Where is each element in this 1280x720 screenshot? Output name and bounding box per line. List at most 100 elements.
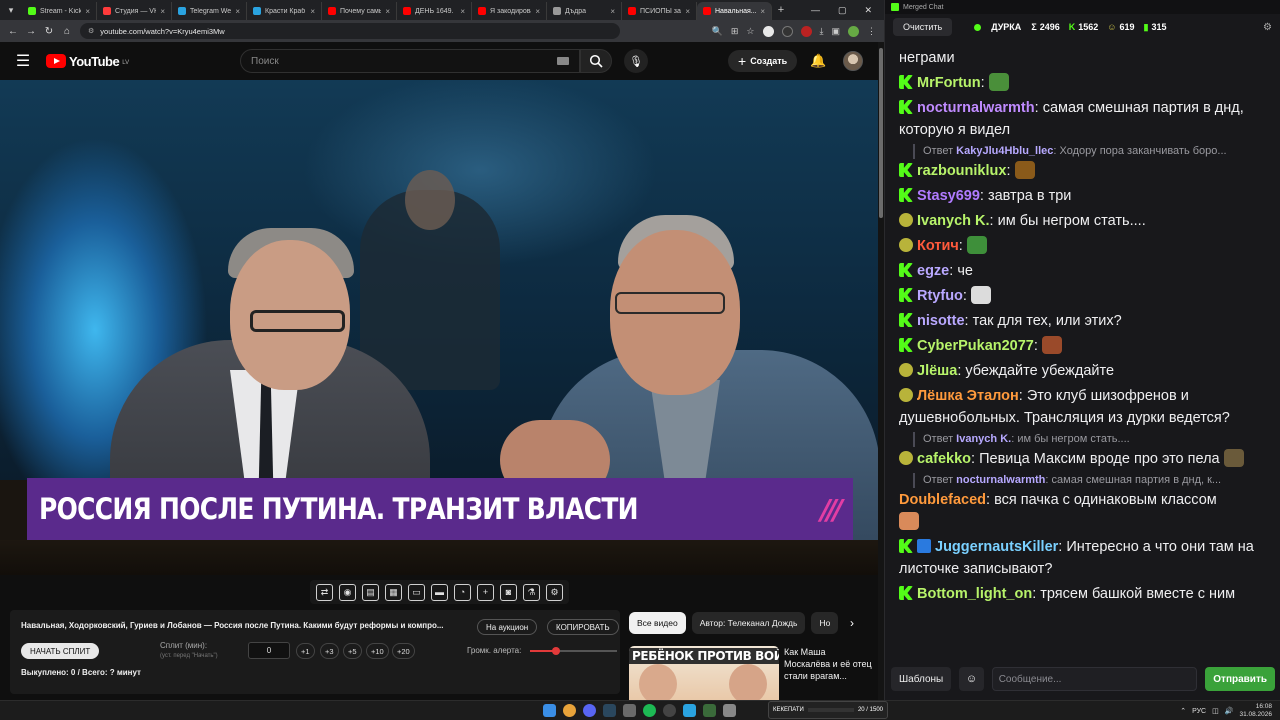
menu-icon[interactable]: ☰ bbox=[0, 51, 46, 71]
chat-username[interactable]: nocturnalwarmth bbox=[917, 100, 1035, 116]
alert-volume-thumb[interactable] bbox=[552, 647, 561, 655]
telegram-icon[interactable] bbox=[683, 704, 696, 717]
video-settings-icon[interactable]: ▤ bbox=[362, 583, 379, 601]
start-split-button[interactable]: НАЧАТЬ СПЛИТ bbox=[21, 643, 100, 659]
tab-close-icon[interactable]: × bbox=[85, 7, 90, 16]
create-button[interactable]: + Создать bbox=[728, 50, 798, 72]
tab-close-icon[interactable]: × bbox=[760, 7, 765, 16]
flask-icon[interactable]: ⚗ bbox=[523, 583, 540, 601]
audio-icon[interactable]: ◉ bbox=[339, 583, 356, 601]
chat-username[interactable]: Doublefaced bbox=[899, 492, 986, 508]
minimize-icon[interactable]: — bbox=[811, 5, 820, 16]
browser-tab[interactable]: Telegram Web × bbox=[172, 2, 247, 20]
chat-username[interactable]: Rtyfuo bbox=[917, 288, 963, 304]
clapper-icon[interactable]: ▦ bbox=[385, 583, 402, 601]
chat-username[interactable]: razbouniklux bbox=[917, 163, 1006, 179]
speed-icon[interactable]: ◔ bbox=[454, 583, 471, 601]
tab-close-icon[interactable]: × bbox=[385, 7, 390, 16]
add-minutes-button[interactable]: +3 bbox=[320, 643, 339, 659]
chat-username[interactable]: Bottom_light_on bbox=[917, 586, 1032, 602]
youtube-logo[interactable]: YouTube LV bbox=[46, 54, 129, 69]
message-input[interactable]: Сообщение... bbox=[991, 667, 1198, 691]
chat-username[interactable]: cafekko bbox=[917, 451, 971, 467]
app-icon[interactable] bbox=[703, 704, 716, 717]
split-minutes-field[interactable]: 0 bbox=[248, 642, 290, 659]
steam-icon[interactable] bbox=[603, 704, 616, 717]
avatar[interactable] bbox=[843, 51, 863, 71]
reply-username[interactable]: nocturnalwarmth bbox=[956, 474, 1045, 486]
cinema-icon[interactable]: ▬ bbox=[431, 583, 448, 601]
gear-icon[interactable]: ⚙ bbox=[546, 583, 563, 601]
menu-dots-icon[interactable]: ⋮ bbox=[867, 26, 876, 37]
chat-username[interactable]: MrFortun bbox=[917, 75, 981, 91]
spotify-icon[interactable] bbox=[643, 704, 656, 717]
auction-button[interactable]: На аукцион bbox=[477, 619, 538, 635]
reply-username[interactable]: Ivanych K. bbox=[956, 433, 1011, 445]
browser-tab[interactable]: Я закодировал... × bbox=[472, 2, 547, 20]
tray-chevron-icon[interactable]: ⌃ bbox=[1180, 707, 1186, 715]
start-icon[interactable] bbox=[543, 704, 556, 717]
tab-close-icon[interactable]: × bbox=[160, 7, 165, 16]
browser-tab[interactable]: Студия — VK Видео × bbox=[97, 2, 172, 20]
language-indicator[interactable]: РУС bbox=[1192, 708, 1206, 715]
chat-username[interactable]: Лёшка Эталон bbox=[917, 388, 1019, 404]
forward-icon[interactable]: → bbox=[26, 26, 36, 37]
settings-gear-icon[interactable]: ⚙ bbox=[1263, 22, 1272, 33]
close-icon[interactable]: ✕ bbox=[864, 5, 872, 16]
site-info-icon[interactable]: ⚙ bbox=[88, 27, 94, 35]
search-input[interactable]: Поиск bbox=[240, 49, 580, 73]
add-minutes-button[interactable]: +10 bbox=[366, 643, 389, 659]
keyboard-icon[interactable] bbox=[557, 57, 569, 65]
copy-button[interactable]: КОПИРОВАТЬ bbox=[547, 619, 619, 635]
downloads-icon[interactable]: ⤓ bbox=[820, 26, 824, 37]
chat-username[interactable]: CyberPukan2077 bbox=[917, 338, 1034, 354]
send-button[interactable]: Отправить bbox=[1205, 667, 1275, 691]
volume-icon[interactable]: 🔊 bbox=[1225, 707, 1234, 715]
add-screen-icon[interactable]: + bbox=[477, 583, 494, 601]
picture-in-picture-icon[interactable]: ▭ bbox=[408, 583, 425, 601]
maximize-icon[interactable]: ▢ bbox=[838, 5, 847, 16]
reply-username[interactable]: KakyJlu4Hblu_llec bbox=[956, 145, 1053, 157]
obs-icon[interactable] bbox=[663, 704, 676, 717]
video-thumbnail[interactable]: РЕБЁНОК ПРОТИВ ВОЙНЫ bbox=[629, 646, 779, 700]
camera-icon[interactable]: ◙ bbox=[500, 583, 517, 601]
chat-username[interactable]: Ivanych K. bbox=[917, 213, 990, 229]
zoom-icon[interactable]: 🔍 bbox=[712, 26, 723, 37]
extension-icon[interactable] bbox=[762, 25, 774, 37]
chat-username[interactable]: egze bbox=[917, 263, 949, 279]
add-minutes-button[interactable]: +5 bbox=[343, 643, 362, 659]
app-icon[interactable] bbox=[623, 704, 636, 717]
chat-username[interactable]: Котич bbox=[917, 238, 959, 254]
translate-icon[interactable]: ⊞ bbox=[731, 26, 739, 37]
notifications-bell-icon[interactable]: 🔔 bbox=[810, 53, 826, 69]
clear-chat-button[interactable]: Очистить bbox=[893, 18, 953, 36]
tab-close-icon[interactable]: × bbox=[685, 7, 690, 16]
back-icon[interactable]: ← bbox=[8, 26, 18, 37]
browser-tab[interactable]: Дъдра × bbox=[547, 2, 622, 20]
filter-chip[interactable]: Но bbox=[811, 612, 839, 634]
filter-chip[interactable]: Все видео bbox=[629, 612, 686, 634]
extension-icon[interactable] bbox=[800, 25, 812, 37]
tab-close-icon[interactable]: × bbox=[310, 7, 315, 16]
add-minutes-button[interactable]: +1 bbox=[296, 643, 315, 659]
browser-tab[interactable]: Навальная... × bbox=[697, 2, 772, 20]
tab-close-icon[interactable]: × bbox=[235, 7, 240, 16]
clock[interactable]: 16:08 31.08.2026 bbox=[1239, 703, 1272, 719]
tab-close-icon[interactable]: × bbox=[610, 7, 615, 16]
loop-icon[interactable]: ⇄ bbox=[316, 583, 333, 601]
browser-tab[interactable]: ПСИОПЫ заш... × bbox=[622, 2, 697, 20]
chat-username[interactable]: JuggernautsKiller bbox=[935, 539, 1058, 555]
scrollbar-thumb[interactable] bbox=[879, 48, 883, 218]
chat-username[interactable]: Stasy699 bbox=[917, 188, 980, 204]
browser-tab[interactable]: Stream - Kick Studio× bbox=[22, 2, 97, 20]
tab-close-icon[interactable]: × bbox=[460, 7, 465, 16]
related-video-title[interactable]: Как Маша Москалёва и её отец стали врага… bbox=[784, 646, 874, 682]
search-button[interactable] bbox=[580, 49, 612, 73]
reload-icon[interactable]: ↻ bbox=[44, 26, 54, 37]
chrome-icon[interactable] bbox=[563, 704, 576, 717]
tab-search-icon[interactable]: ▾ bbox=[0, 0, 22, 20]
filter-chip[interactable]: Автор: Телеканал Дождь bbox=[691, 612, 806, 634]
emoji-picker-icon[interactable]: ☺ bbox=[959, 667, 984, 691]
new-tab-button[interactable]: + bbox=[772, 4, 790, 16]
chevron-right-icon[interactable]: › bbox=[842, 612, 862, 634]
